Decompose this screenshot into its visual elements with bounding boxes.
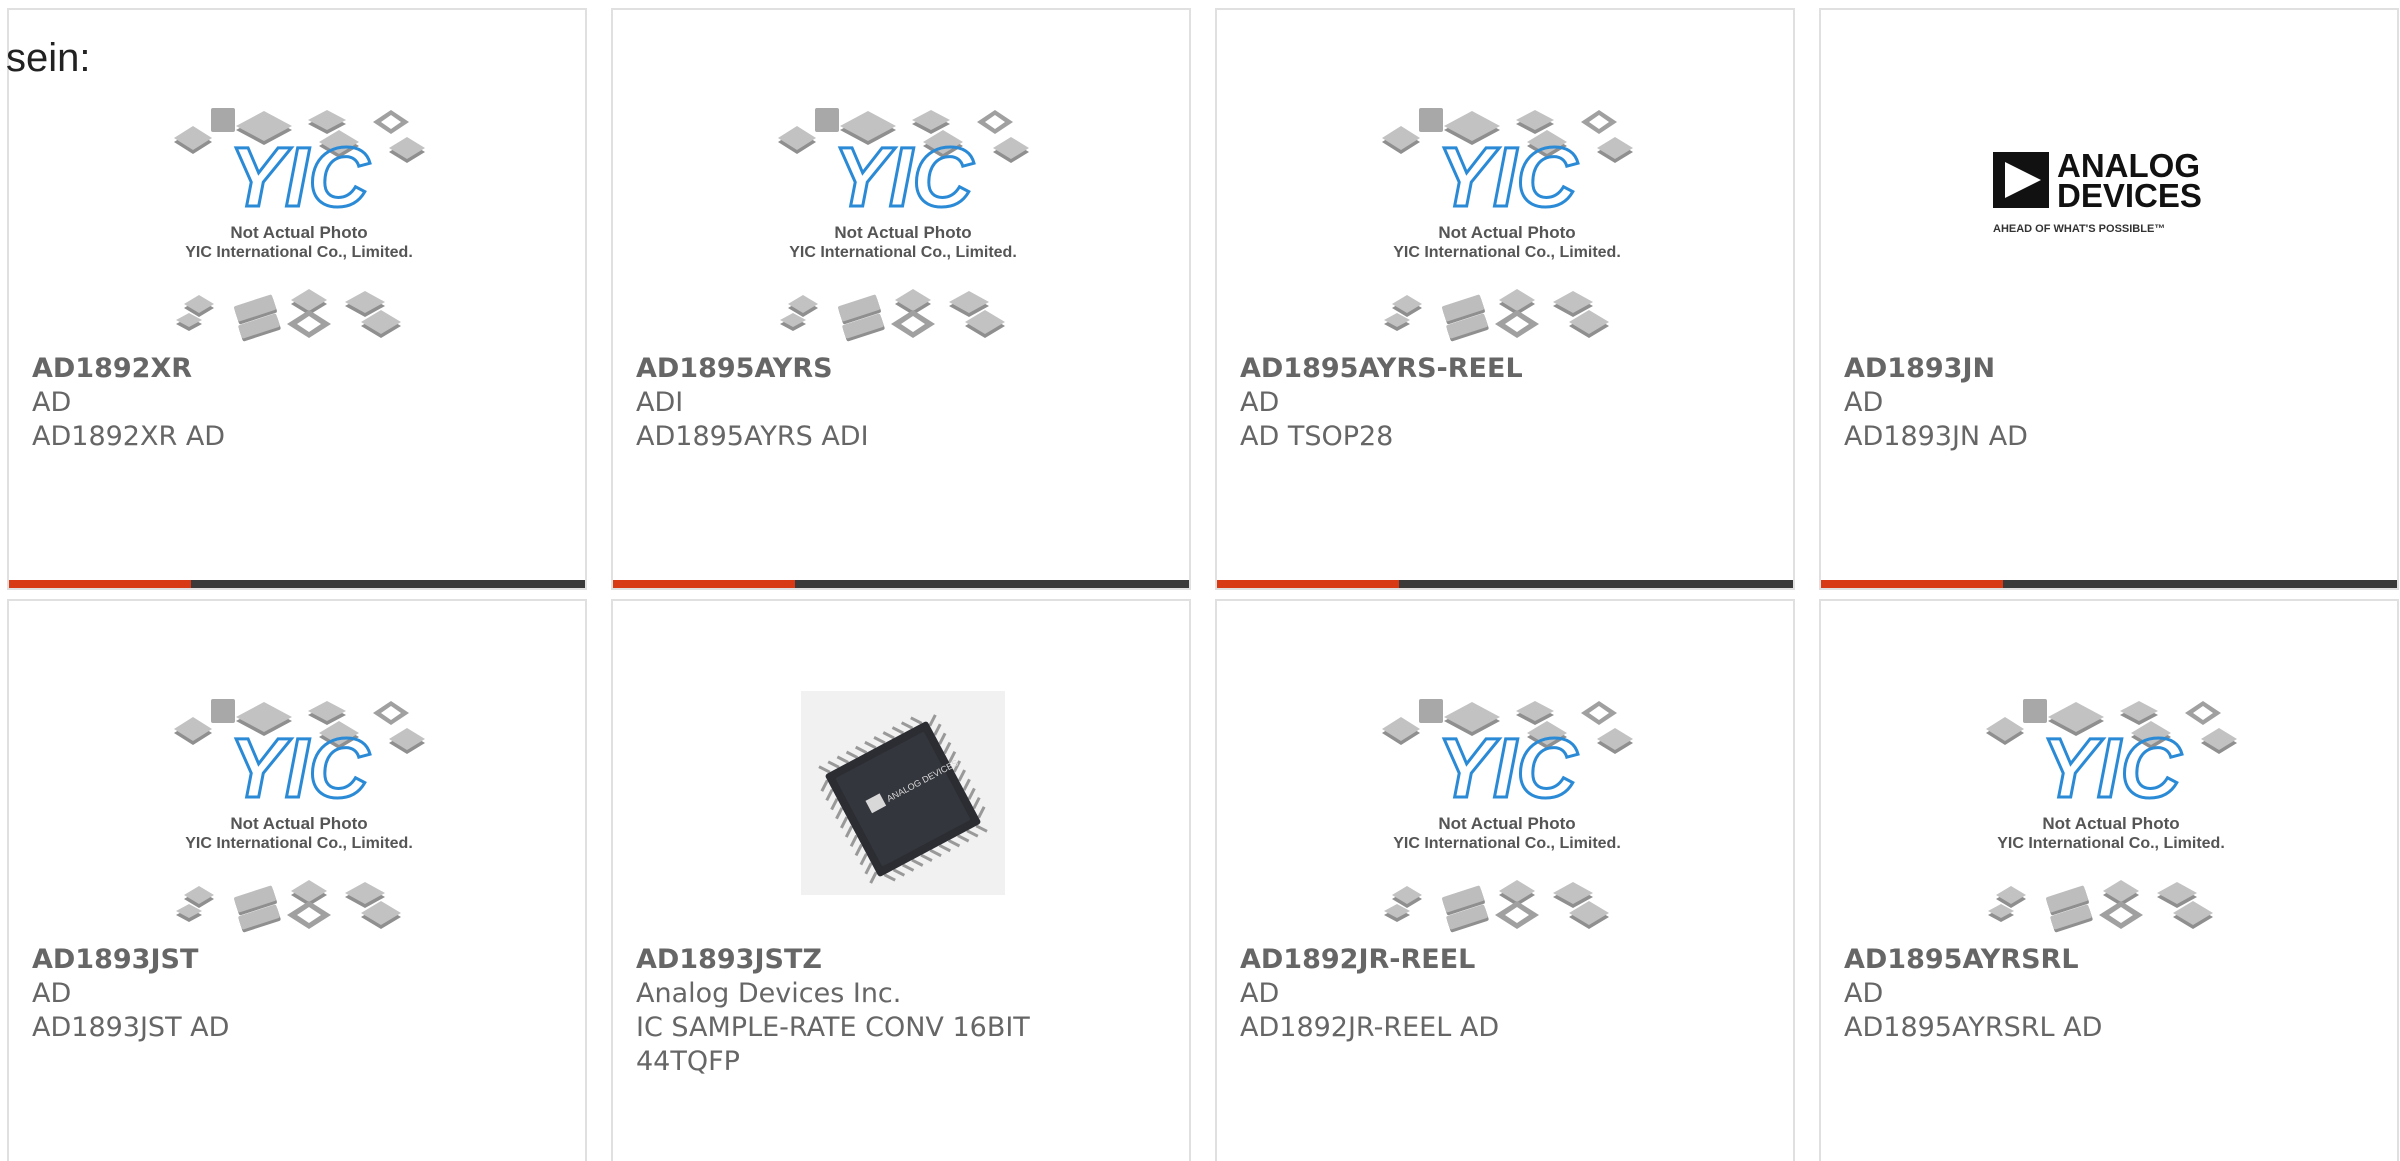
card-bar [613, 580, 1189, 588]
product-card[interactable]: YIC Not Actual Photo YIC International C… [7, 8, 587, 590]
svg-text:YIC: YIC [833, 130, 974, 224]
part-number[interactable]: AD1895AYRSRL [1844, 943, 2377, 977]
page: sein: YIC Not Actual Photo YIC Internati… [0, 0, 2400, 1161]
svg-text:Not Actual Photo: Not Actual Photo [1438, 223, 1575, 242]
svg-text:YIC International Co., Limited: YIC International Co., Limited. [1393, 835, 1621, 852]
svg-text:YIC International Co., Limited: YIC International Co., Limited. [1997, 835, 2225, 852]
card-bar [1821, 580, 2397, 588]
description: AD1893JN AD [1844, 421, 2028, 452]
product-card[interactable]: YIC Not Actual Photo YIC International C… [1215, 8, 1795, 590]
card-bar [1217, 580, 1793, 588]
analog-devices-logo: ANALOG DEVICES AHEAD OF WHAT'S POSSIBLE™ [1971, 90, 2251, 356]
part-number[interactable]: AD1892XR [32, 352, 565, 386]
svg-text:AHEAD OF WHAT'S POSSIBLE™: AHEAD OF WHAT'S POSSIBLE™ [1993, 223, 2165, 235]
intro-text: sein: [6, 36, 91, 80]
svg-text:YIC International Co., Limited: YIC International Co., Limited. [789, 244, 1017, 261]
placeholder-image: YIC Not Actual Photo YIC International C… [1367, 90, 1647, 356]
card-bar-accent [613, 580, 795, 588]
svg-text:Not Actual Photo: Not Actual Photo [2042, 814, 2179, 833]
product-card[interactable]: YIC Not Actual Photo YIC International C… [1819, 599, 2399, 1161]
svg-text:YIC: YIC [1437, 721, 1578, 815]
svg-text:YIC: YIC [1437, 130, 1578, 224]
manufacturer: AD [1240, 978, 1280, 1009]
part-number[interactable]: AD1895AYRS-REEL [1240, 352, 1773, 386]
svg-text:YIC International Co., Limited: YIC International Co., Limited. [185, 835, 413, 852]
manufacturer: AD [1844, 387, 1884, 418]
part-number[interactable]: AD1893JSTZ [636, 943, 1169, 977]
part-number[interactable]: AD1893JN [1844, 352, 2377, 386]
svg-text:Not Actual Photo: Not Actual Photo [230, 223, 367, 242]
manufacturer: Analog Devices Inc. [636, 978, 902, 1009]
svg-text:Not Actual Photo: Not Actual Photo [230, 814, 367, 833]
description: AD1892XR AD [32, 421, 226, 452]
svg-text:Not Actual Photo: Not Actual Photo [1438, 814, 1575, 833]
product-card[interactable]: YIC Not Actual Photo YIC International C… [7, 599, 587, 1161]
manufacturer: AD [1240, 387, 1280, 418]
description: IC SAMPLE-RATE CONV 16BIT 44TQFP [636, 1012, 1030, 1077]
manufacturer: ADI [636, 387, 684, 418]
manufacturer: AD [32, 978, 72, 1009]
svg-text:YIC: YIC [229, 721, 370, 815]
part-number[interactable]: AD1895AYRS [636, 352, 1169, 386]
svg-text:YIC: YIC [229, 130, 370, 224]
svg-text:DEVICES: DEVICES [2057, 177, 2202, 214]
svg-text:YIC International Co., Limited: YIC International Co., Limited. [1393, 244, 1621, 261]
description: AD1895AYRSRL AD [1844, 1012, 2103, 1043]
svg-text:YIC: YIC [2041, 721, 2182, 815]
product-grid: YIC Not Actual Photo YIC International C… [7, 8, 2400, 1161]
svg-text:YIC International Co., Limited: YIC International Co., Limited. [185, 244, 413, 261]
description: AD1895AYRS ADI [636, 421, 869, 452]
manufacturer: AD [1844, 978, 1884, 1009]
description: AD1893JST AD [32, 1012, 230, 1043]
svg-text:Not Actual Photo: Not Actual Photo [834, 223, 971, 242]
chip-photo: ANALOG DEVICES [763, 681, 1043, 947]
description: AD1892JR-REEL AD [1240, 1012, 1500, 1043]
placeholder-image: YIC Not Actual Photo YIC International C… [159, 90, 439, 356]
placeholder-image: YIC Not Actual Photo YIC International C… [763, 90, 1043, 356]
product-card[interactable]: YIC Not Actual Photo YIC International C… [1215, 599, 1795, 1161]
card-bar-accent [9, 580, 191, 588]
product-card[interactable]: YIC Not Actual Photo YIC International C… [611, 8, 1191, 590]
description: AD TSOP28 [1240, 421, 1394, 452]
product-card[interactable]: ANALOG DEVICES AD1893JSTZ Analog Devices… [611, 599, 1191, 1161]
card-bar-accent [1217, 580, 1399, 588]
manufacturer: AD [32, 387, 72, 418]
part-number[interactable]: AD1893JST [32, 943, 565, 977]
placeholder-image: YIC Not Actual Photo YIC International C… [159, 681, 439, 947]
card-bar [9, 580, 585, 588]
product-card[interactable]: ANALOG DEVICES AHEAD OF WHAT'S POSSIBLE™… [1819, 8, 2399, 590]
card-bar-accent [1821, 580, 2003, 588]
placeholder-image: YIC Not Actual Photo YIC International C… [1367, 681, 1647, 947]
part-number[interactable]: AD1892JR-REEL [1240, 943, 1773, 977]
placeholder-image: YIC Not Actual Photo YIC International C… [1971, 681, 2251, 947]
